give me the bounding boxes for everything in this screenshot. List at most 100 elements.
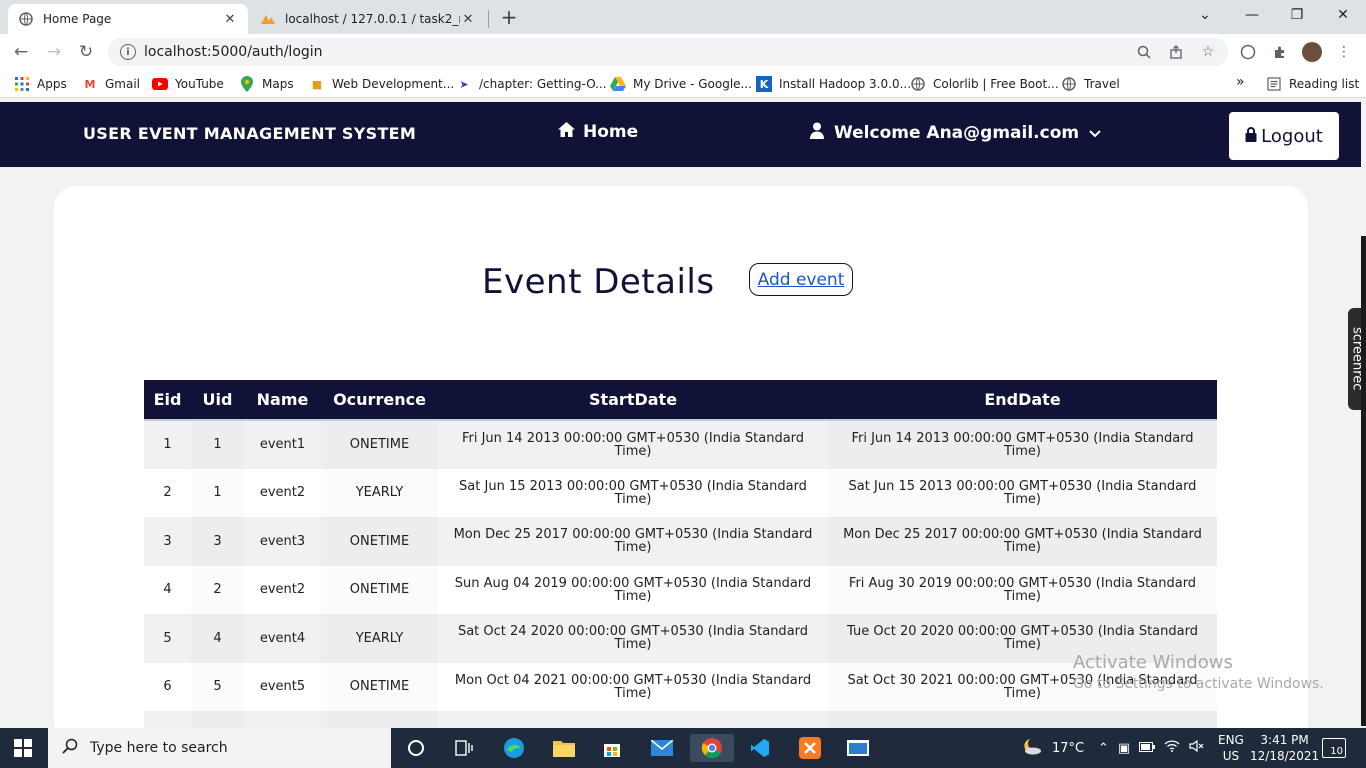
meet-now-icon[interactable]: ▣: [1118, 741, 1130, 756]
bookmark-hadoop[interactable]: K Install Hadoop 3.0.0...: [756, 76, 911, 92]
bookmark-chapter[interactable]: ➤ /chapter: Getting-O...: [456, 76, 606, 92]
close-tab-icon[interactable]: ✕: [460, 11, 476, 27]
cell-name: event3: [244, 517, 321, 566]
clock-date: 12/18/2021: [1250, 749, 1320, 763]
bookmark-youtube[interactable]: YouTube: [152, 76, 224, 92]
header-ocurrence: Ocurrence: [321, 380, 438, 421]
taskbar-clock[interactable]: 3:41 PM 12/18/2021: [1250, 732, 1319, 764]
bookmark-my-drive[interactable]: My Drive - Google...: [610, 76, 752, 92]
page-title: Event Details: [482, 262, 715, 302]
cell-startdate: Mon Oct 04 2021 00:00:00 GMT+0530 (India…: [438, 662, 828, 711]
table-row: 6 5 event5 ONETIME Mon Oct 04 2021 00:00…: [144, 662, 1217, 711]
reload-icon[interactable]: ↻: [74, 40, 98, 64]
page-scrollbar[interactable]: [1361, 236, 1366, 726]
user-icon: [810, 122, 824, 144]
site-navbar: USER EVENT MANAGEMENT SYSTEM Home Welcom…: [0, 102, 1361, 167]
cell-ocurrence: ONETIME: [321, 517, 438, 566]
cell-ocurrence: YEARLY: [321, 468, 438, 517]
cell-uid: 4: [191, 614, 244, 663]
user-dropdown[interactable]: Welcome Ana@gmail.com: [810, 122, 1101, 144]
store-icon[interactable]: [598, 734, 626, 762]
menu-kebab-icon[interactable]: ⋮: [1334, 42, 1354, 62]
cell-startdate: Sat Jun 15 2013 00:00:00 GMT+0530 (India…: [438, 468, 828, 517]
profile-avatar[interactable]: [1302, 42, 1322, 62]
tab-search-icon[interactable]: ⌄: [1190, 4, 1220, 26]
new-tab-button[interactable]: +: [498, 5, 520, 29]
apps-grid-icon: [14, 76, 30, 92]
extension-circle-icon[interactable]: [1238, 42, 1258, 62]
bookmark-star-icon[interactable]: ☆: [1198, 42, 1218, 62]
globe-icon: [1061, 76, 1077, 92]
bookmark-colorlib[interactable]: Colorlib | Free Boot...: [910, 76, 1059, 92]
brand-title[interactable]: USER EVENT MANAGEMENT SYSTEM: [83, 124, 416, 143]
restore-icon[interactable]: ❐: [1282, 4, 1312, 26]
bookmark-gmail[interactable]: M Gmail: [82, 76, 141, 92]
cell-enddate: Sat Jun 15 2013 00:00:00 GMT+0530 (India…: [828, 468, 1217, 517]
windows-start-icon[interactable]: [14, 739, 32, 757]
cell-ocurrence: ONETIME: [321, 662, 438, 711]
tab-home-page[interactable]: Home Page ✕: [8, 4, 248, 34]
cell-startdate: Sat Oct 24 2020 00:00:00 GMT+0530 (India…: [438, 614, 828, 663]
table-header-row: Eid Uid Name Ocurrence StartDate EndDate: [144, 380, 1217, 421]
header-startdate: StartDate: [438, 380, 828, 421]
search-icon: [62, 738, 78, 758]
site-info-icon[interactable]: i: [120, 44, 136, 60]
chrome-icon[interactable]: [690, 734, 734, 762]
cortana-icon[interactable]: [402, 734, 430, 762]
battery-icon[interactable]: [1139, 741, 1156, 756]
reading-list[interactable]: Reading list: [1266, 76, 1359, 92]
zoom-icon[interactable]: [1134, 42, 1154, 62]
logout-button[interactable]: Logout: [1229, 112, 1339, 160]
taskbar-search[interactable]: Type here to search: [48, 728, 391, 768]
browser-tab-strip: Home Page ✕ localhost / 127.0.0.1 / task…: [0, 0, 1366, 34]
browser-toolbar: ← → ↻ i localhost:5000/auth/login ☆ ⋮: [0, 34, 1366, 70]
cell-eid: 6: [144, 662, 191, 711]
share-icon[interactable]: [1166, 42, 1186, 62]
cell-ocurrence: ONETIME: [321, 420, 438, 469]
cell-uid: 3: [191, 517, 244, 566]
vscode-icon[interactable]: [746, 734, 774, 762]
bookmark-icon: ■: [311, 77, 323, 91]
more-bookmarks-icon[interactable]: »: [1236, 74, 1245, 90]
lock-icon: [1245, 126, 1257, 147]
weather-moon-icon: [1020, 737, 1042, 759]
edge-icon[interactable]: [500, 734, 528, 762]
back-arrow-icon[interactable]: ←: [9, 40, 33, 64]
file-explorer-icon[interactable]: [550, 734, 578, 762]
bookmark-travel[interactable]: Travel: [1061, 76, 1120, 92]
home-nav-link[interactable]: Home: [558, 122, 638, 142]
window-close-icon[interactable]: ✕: [1328, 4, 1358, 26]
bookmark-web-development[interactable]: ■ Web Development...: [309, 76, 454, 92]
xampp-icon[interactable]: [796, 734, 824, 762]
mail-icon[interactable]: [648, 734, 676, 762]
notification-center-icon[interactable]: 10: [1322, 738, 1346, 758]
tab-title: localhost / 127.0.0.1 / task2_node: [285, 12, 460, 26]
tab-separator: [488, 10, 489, 28]
bookmark-maps[interactable]: Maps: [239, 76, 294, 92]
forward-arrow-icon[interactable]: →: [42, 40, 66, 64]
weather-widget[interactable]: 17°C: [1020, 728, 1084, 768]
speaker-muted-icon[interactable]: [1189, 739, 1205, 756]
app-window-icon[interactable]: [844, 734, 872, 762]
weather-temp: 17°C: [1052, 740, 1085, 756]
task-view-icon[interactable]: [450, 734, 478, 762]
bookmark-apps[interactable]: Apps: [14, 76, 67, 92]
add-event-button[interactable]: Add event: [749, 263, 853, 296]
cell-uid: 5: [191, 662, 244, 711]
minimize-icon[interactable]: —: [1237, 4, 1267, 26]
puzzle-icon[interactable]: [1270, 42, 1290, 62]
cell-startdate: Mon Dec 25 2017 00:00:00 GMT+0530 (India…: [438, 517, 828, 566]
address-bar[interactable]: i localhost:5000/auth/login: [108, 38, 1228, 66]
input-language[interactable]: ENG US: [1218, 732, 1244, 764]
url-text: localhost:5000/auth/login: [144, 44, 323, 60]
wifi-icon[interactable]: [1164, 740, 1180, 756]
chevron-up-icon[interactable]: ⌃: [1098, 741, 1109, 756]
activate-subtitle: Go to Settings to activate Windows.: [1073, 676, 1324, 692]
close-tab-icon[interactable]: ✕: [222, 11, 238, 27]
search-placeholder: Type here to search: [90, 740, 228, 756]
phpmyadmin-icon: [260, 11, 276, 27]
cell-name: event2: [244, 565, 321, 614]
tab-phpmyadmin[interactable]: localhost / 127.0.0.1 / task2_node ✕: [250, 4, 486, 34]
cell-ocurrence: ONETIME: [321, 565, 438, 614]
cell-name: event2: [244, 468, 321, 517]
